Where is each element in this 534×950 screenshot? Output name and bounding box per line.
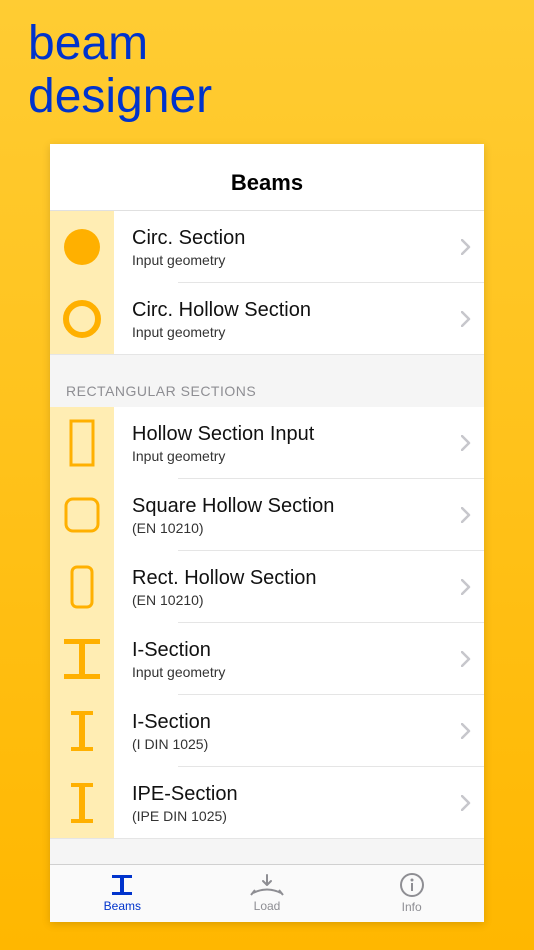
list-item-text: I-Section (I DIN 1025)	[114, 698, 448, 764]
list-item-icon-cell	[50, 407, 114, 479]
list-item-title: I-Section	[132, 710, 448, 734]
section-group: Hollow Section Input Input geometry Square…	[50, 407, 484, 839]
load-tab-icon	[250, 873, 284, 897]
list-item[interactable]: Circ. Hollow Section Input geometry	[50, 283, 484, 355]
i-section-narrow-icon	[67, 709, 97, 753]
app-title-line2: designer	[28, 70, 212, 123]
list-item-text: Square Hollow Section (EN 10210)	[114, 482, 448, 548]
rect-hollow-square-rounded-icon	[62, 495, 102, 535]
i-section-wide-icon	[62, 637, 102, 681]
i-section-narrow-icon	[67, 781, 97, 825]
list-item-text: IPE-Section (IPE DIN 1025)	[114, 770, 448, 836]
list-item-subtitle: Input geometry	[132, 252, 448, 268]
disclosure-indicator	[448, 435, 484, 451]
info-tab-icon	[399, 872, 425, 898]
list-item[interactable]: Rect. Hollow Section (EN 10210)	[50, 551, 484, 623]
list-item[interactable]: Circ. Section Input geometry	[50, 211, 484, 283]
chevron-right-icon	[461, 723, 471, 739]
list-item-icon-cell	[50, 767, 114, 839]
list-item-text: Rect. Hollow Section (EN 10210)	[114, 554, 448, 620]
list-item-icon-cell	[50, 283, 114, 355]
tab-label: Beams	[104, 899, 141, 913]
page-title: Beams	[50, 170, 484, 196]
tab-label: Load	[254, 899, 281, 913]
list-item-text: Circ. Section Input geometry	[114, 214, 448, 280]
list-item-title: Rect. Hollow Section	[132, 566, 448, 590]
chevron-right-icon	[461, 651, 471, 667]
list-item-icon-cell	[50, 211, 114, 283]
list-item-subtitle: (IPE DIN 1025)	[132, 808, 448, 824]
app-title-line1: beam	[28, 17, 148, 70]
app-title: beam designer	[0, 0, 534, 124]
list-item[interactable]: Square Hollow Section (EN 10210)	[50, 479, 484, 551]
chevron-right-icon	[461, 507, 471, 523]
disclosure-indicator	[448, 651, 484, 667]
list-container: Circ. SectionInput geometryCirc. Hollow …	[50, 211, 484, 864]
section-header: RECTANGULAR SECTIONS	[50, 355, 484, 407]
disclosure-indicator	[448, 579, 484, 595]
list-item[interactable]: Hollow Section Input Input geometry	[50, 407, 484, 479]
disclosure-indicator	[448, 795, 484, 811]
list-item[interactable]: I-Section (I DIN 1025)	[50, 695, 484, 767]
list-item-subtitle: (I DIN 1025)	[132, 736, 448, 752]
beams-tab-icon	[109, 873, 135, 897]
circle-hollow-icon	[62, 299, 102, 339]
tab-beams[interactable]: Beams	[50, 865, 195, 922]
chevron-right-icon	[461, 795, 471, 811]
list-item-title: Circ. Section	[132, 226, 448, 250]
list-item-icon-cell	[50, 623, 114, 695]
chevron-right-icon	[461, 435, 471, 451]
list-item-subtitle: (EN 10210)	[132, 520, 448, 536]
list-item-icon-cell	[50, 695, 114, 767]
tab-load[interactable]: Load	[195, 865, 340, 922]
list-item-text: Hollow Section Input Input geometry	[114, 410, 448, 476]
list-item-subtitle: (EN 10210)	[132, 592, 448, 608]
list-item-subtitle: Input geometry	[132, 448, 448, 464]
tab-bar: Beams Load Info	[50, 864, 484, 922]
list-item-title: Hollow Section Input	[132, 422, 448, 446]
chevron-right-icon	[461, 239, 471, 255]
rect-hollow-tall-rounded-icon	[65, 563, 99, 611]
list-item[interactable]: IPE-Section (IPE DIN 1025)	[50, 767, 484, 839]
disclosure-indicator	[448, 239, 484, 255]
list-item-icon-cell	[50, 479, 114, 551]
disclosure-indicator	[448, 507, 484, 523]
list-item-title: Square Hollow Section	[132, 494, 448, 518]
list-item-title: I-Section	[132, 638, 448, 662]
list-item-title: IPE-Section	[132, 782, 448, 806]
rect-hollow-tall-icon	[65, 419, 99, 467]
disclosure-indicator	[448, 311, 484, 327]
list-item-subtitle: Input geometry	[132, 324, 448, 340]
chevron-right-icon	[461, 311, 471, 327]
tab-info[interactable]: Info	[339, 865, 484, 922]
circle-solid-icon	[62, 227, 102, 267]
list-item-icon-cell	[50, 551, 114, 623]
list-item-title: Circ. Hollow Section	[132, 298, 448, 322]
list-item-text: I-Section Input geometry	[114, 626, 448, 692]
screen-header: Beams	[50, 144, 484, 211]
disclosure-indicator	[448, 723, 484, 739]
list-item[interactable]: I-Section Input geometry	[50, 623, 484, 695]
list-item-subtitle: Input geometry	[132, 664, 448, 680]
section-group: Circ. SectionInput geometryCirc. Hollow …	[50, 211, 484, 355]
chevron-right-icon	[461, 579, 471, 595]
phone-screen: Beams Circ. SectionInput geometryCirc. H…	[50, 144, 484, 922]
list-item-text: Circ. Hollow Section Input geometry	[114, 286, 448, 352]
tab-label: Info	[402, 900, 422, 914]
